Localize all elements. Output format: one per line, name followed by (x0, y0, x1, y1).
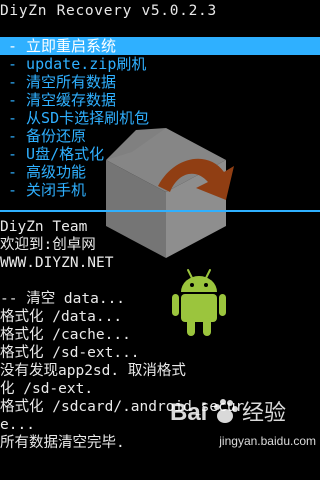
baidu-watermark: Bai 经验 jingyan.baidu.com (168, 394, 318, 456)
baidu-logo-suffix: 经验 (242, 401, 286, 426)
menu-item-power-off[interactable]: - 关闭手机 (0, 181, 320, 199)
menu-divider (0, 210, 320, 212)
menu-item-usb-format[interactable]: - U盘/格式化 (0, 145, 320, 163)
watermark-url: jingyan.baidu.com (219, 434, 316, 448)
recovery-screen: DiyZn Recovery v5.0.2.3 - 立即重启系统 - updat… (0, 0, 320, 480)
baidu-logo-text: Bai (170, 399, 207, 426)
menu-item-choose-zip-sd[interactable]: - 从SD卡选择刷机包 (0, 109, 320, 127)
recovery-menu: - 立即重启系统 - update.zip刷机 - 清空所有数据 - 清空缓存数… (0, 37, 320, 199)
baidu-watermark-logo: Bai 经验 (170, 399, 286, 426)
menu-item-update-zip[interactable]: - update.zip刷机 (0, 55, 320, 73)
android-robot-icon (172, 269, 226, 336)
log-line: DiyZn Team (0, 219, 88, 235)
log-line: WWW.DIYZN.NET (0, 255, 114, 271)
log-line: 欢迎到:创卓网 (0, 237, 96, 253)
menu-item-wipe-all-data[interactable]: - 清空所有数据 (0, 73, 320, 91)
baidu-paw-icon (214, 399, 238, 423)
log-line (0, 272, 320, 290)
log-line: 没有发现app2sd. 取消格式 (0, 363, 186, 379)
menu-item-reboot-system[interactable]: - 立即重启系统 (0, 37, 320, 55)
log-line: 格式化 /sd-ext... (0, 345, 140, 361)
menu-item-wipe-cache[interactable]: - 清空缓存数据 (0, 91, 320, 109)
menu-item-backup-restore[interactable]: - 备份还原 (0, 127, 320, 145)
log-line: -- 清空 data... (0, 291, 126, 307)
recovery-title: DiyZn Recovery v5.0.2.3 (0, 3, 217, 19)
menu-item-advanced[interactable]: - 高级功能 (0, 163, 320, 181)
log-line: 格式化 /cache... (0, 327, 131, 343)
log-line: 格式化 /data... (0, 309, 123, 325)
